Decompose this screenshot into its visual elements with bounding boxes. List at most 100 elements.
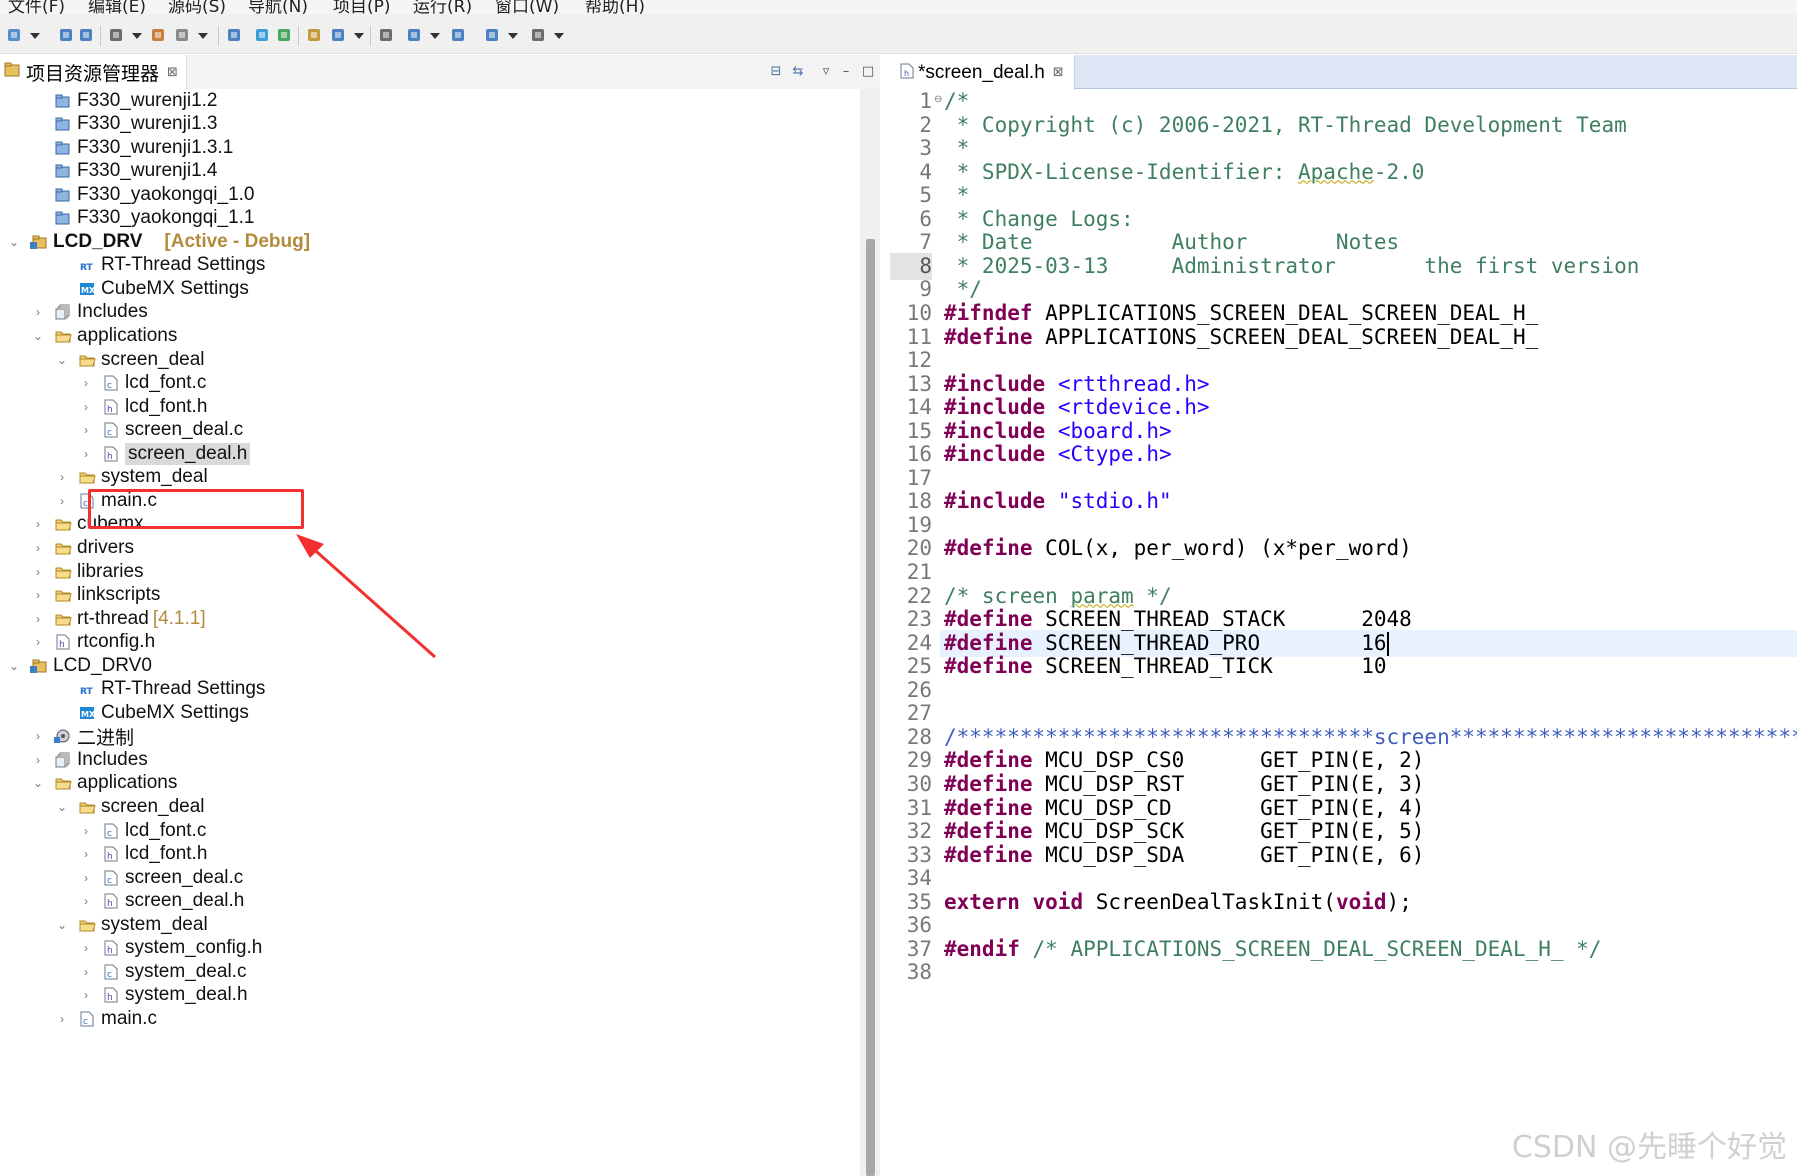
menu-item[interactable]: 导航(N): [248, 0, 308, 14]
code-line[interactable]: #define COL(x, per_word) (x*per_word): [944, 535, 1412, 562]
chevron-right-icon[interactable]: ›: [32, 753, 44, 767]
debug-config-icon[interactable]: [150, 27, 166, 43]
menu-item[interactable]: 源码(S): [168, 0, 226, 14]
dropdown-arrow-icon[interactable]: [198, 33, 208, 39]
link-editor-icon[interactable]: ⇆: [790, 64, 806, 80]
toolbar-separator: [100, 26, 101, 46]
editor-tab-screen-deal-h[interactable]: h *screen_deal.h ⊠: [890, 55, 1075, 90]
search-icon[interactable]: [330, 27, 346, 43]
code-line[interactable]: * SPDX-License-Identifier: Apache-2.0: [944, 159, 1425, 186]
new-icon[interactable]: [6, 27, 22, 43]
stack-icon[interactable]: [450, 27, 466, 43]
chevron-right-icon[interactable]: ›: [56, 470, 68, 484]
layers-icon[interactable]: [378, 27, 394, 43]
dropdown-arrow-icon[interactable]: [554, 33, 564, 39]
dropdown-arrow-icon[interactable]: [430, 33, 440, 39]
bug-icon[interactable]: [276, 27, 292, 43]
chevron-down-icon[interactable]: ⌄: [32, 776, 44, 790]
menu-item[interactable]: 帮助(H): [585, 0, 645, 14]
package-icon[interactable]: [306, 27, 322, 43]
chevron-right-icon[interactable]: ›: [80, 941, 92, 955]
build-icon[interactable]: [108, 27, 124, 43]
dropdown-arrow-icon[interactable]: [354, 33, 364, 39]
code-area[interactable]: 1 2 3 4 5 6 7 8 9 10 11 12 13 14 15 16 17 18 19 20 21 22 23 24 2…: [890, 89, 1797, 1176]
chevron-right-icon[interactable]: ›: [32, 588, 44, 602]
code-line[interactable]: #define APPLICATIONS_SCREEN_DEAL_SCREEN_…: [944, 324, 1538, 351]
project-folder-icon: [54, 186, 72, 204]
code-token: );: [1386, 889, 1412, 914]
tree-item-label: F330_wurenji1.2: [77, 89, 218, 111]
chevron-right-icon[interactable]: ›: [80, 965, 92, 979]
chevron-right-icon[interactable]: ›: [32, 305, 44, 319]
settings-icon[interactable]: [254, 27, 270, 43]
tree-item-label: screen_deal: [101, 796, 205, 817]
rt-thread-settings-icon: RT: [78, 256, 96, 274]
chevron-down-icon[interactable]: ⌄: [56, 918, 68, 932]
chevron-down-icon[interactable]: ⌄: [56, 353, 68, 367]
code-line[interactable]: * 2025-03-13 Administrator the first ver…: [944, 253, 1640, 280]
chevron-right-icon[interactable]: ›: [80, 988, 92, 1002]
chevron-right-icon[interactable]: ›: [32, 517, 44, 531]
chevron-right-icon[interactable]: ›: [56, 494, 68, 508]
chevron-right-icon[interactable]: ›: [32, 635, 44, 649]
save-all-icon[interactable]: [78, 27, 94, 43]
explorer-scrollbar[interactable]: [860, 89, 880, 1176]
menu-item[interactable]: 文件(F): [8, 0, 65, 14]
code-token: #endif: [944, 936, 1020, 961]
fold-toggle-icon[interactable]: ⊖: [934, 94, 942, 105]
chevron-right-icon[interactable]: ›: [80, 894, 92, 908]
dropdown-arrow-icon[interactable]: [508, 33, 518, 39]
minimize-icon[interactable]: –: [838, 64, 854, 80]
chevron-right-icon[interactable]: ›: [80, 400, 92, 414]
code-token: #define: [944, 536, 1033, 561]
chevron-right-icon[interactable]: ›: [32, 729, 44, 743]
code-line[interactable]: #include <Ctype.h>: [944, 441, 1172, 468]
menu-item[interactable]: 运行(R): [413, 0, 472, 14]
code-token: "stdio.h": [1057, 489, 1172, 514]
svg-text:c: c: [107, 428, 112, 438]
explorer-scrollbar-thumb[interactable]: [866, 239, 875, 1176]
dropdown-arrow-icon[interactable]: [132, 33, 142, 39]
menu-item[interactable]: 项目(P): [333, 0, 391, 14]
code-line[interactable]: extern void ScreenDealTaskInit(void);: [944, 889, 1412, 916]
save-icon[interactable]: [58, 27, 74, 43]
tree-item-label: screen_deal.c: [125, 419, 244, 441]
chevron-right-icon[interactable]: ›: [80, 871, 92, 885]
forward-icon[interactable]: [530, 27, 546, 43]
svg-text:h: h: [107, 993, 113, 1003]
chevron-down-icon[interactable]: ⌄: [32, 329, 44, 343]
collapse-all-icon[interactable]: ⊟: [768, 64, 784, 80]
chevron-right-icon[interactable]: ›: [80, 847, 92, 861]
menu-item[interactable]: 窗口(W): [495, 0, 559, 14]
chevron-right-icon[interactable]: ›: [80, 447, 92, 461]
chevron-down-icon[interactable]: ⌄: [56, 800, 68, 814]
close-icon[interactable]: ⊠: [1053, 65, 1064, 80]
chevron-right-icon[interactable]: ›: [80, 824, 92, 838]
tree-item-label: F330_wurenji1.4: [77, 160, 218, 182]
code-line[interactable]: #endif /* APPLICATIONS_SCREEN_DEAL_SCREE…: [944, 936, 1601, 963]
chevron-right-icon[interactable]: ›: [80, 376, 92, 390]
chevron-right-icon[interactable]: ›: [32, 541, 44, 555]
download-icon[interactable]: [406, 27, 422, 43]
menu-item[interactable]: 编辑(E): [88, 0, 146, 14]
dropdown-arrow-icon[interactable]: [30, 33, 40, 39]
close-icon[interactable]: ⊠: [167, 65, 178, 80]
chevron-right-icon[interactable]: ›: [32, 612, 44, 626]
project-explorer-tab[interactable]: 项目资源管理器 ⊠: [0, 55, 187, 89]
maximize-icon[interactable]: □: [860, 64, 876, 80]
code-line[interactable]: * Copyright (c) 2006-2021, RT-Thread Dev…: [944, 112, 1627, 139]
chevron-right-icon[interactable]: ›: [80, 423, 92, 437]
code-line[interactable]: #include "stdio.h": [944, 488, 1172, 515]
chevron-down-icon[interactable]: ⌄: [8, 659, 20, 673]
chevron-right-icon[interactable]: ›: [32, 565, 44, 579]
view-menu-icon[interactable]: ▿: [818, 64, 834, 80]
code-line[interactable]: #define SCREEN_THREAD_TICK 10: [944, 653, 1387, 680]
back-icon[interactable]: [484, 27, 500, 43]
tree-item-label: lcd_font.h: [125, 843, 208, 865]
chevron-down-icon[interactable]: ⌄: [8, 235, 20, 249]
monitor-icon[interactable]: [226, 27, 242, 43]
tools-icon[interactable]: [174, 27, 190, 43]
tree-item[interactable]: › c main.c: [56, 1005, 157, 1032]
code-line[interactable]: #define MCU_DSP_SDA GET_PIN(E, 6): [944, 842, 1424, 869]
chevron-right-icon[interactable]: ›: [56, 1012, 68, 1026]
